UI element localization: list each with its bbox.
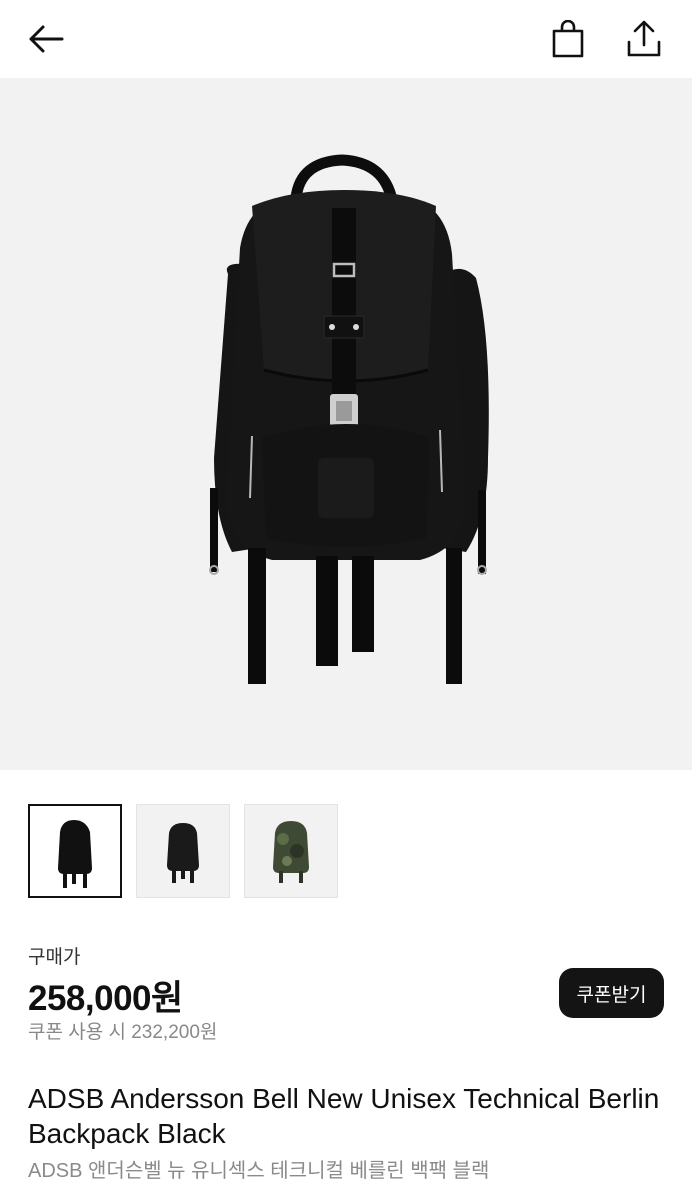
thumbnail-1[interactable]: [28, 804, 122, 898]
thumbnail-image: [273, 821, 309, 883]
top-bar: [0, 0, 692, 78]
thumbnail-strip: [28, 804, 338, 898]
backpack-illustration: [209, 154, 489, 684]
coupon-price: 쿠폰 사용 시 232,200원: [28, 1022, 218, 1043]
thumbnail-3[interactable]: [244, 804, 338, 898]
product-image[interactable]: [0, 78, 692, 770]
back-button[interactable]: [22, 18, 70, 60]
share-upload-icon: [627, 20, 661, 57]
price-value: 258,000원: [28, 979, 183, 1018]
shopping-bag-button[interactable]: [544, 16, 592, 62]
product-subtitle: ADSB 앤더슨벨 뉴 유니섹스 테크니컬 베를린 백팩 블랙: [28, 1160, 490, 1182]
thumbnail-image: [167, 823, 199, 883]
share-button[interactable]: [620, 14, 668, 62]
price-label: 구매가: [28, 947, 81, 968]
thumbnail-image: [58, 820, 92, 888]
arrow-left-icon: [29, 25, 64, 53]
get-coupon-button[interactable]: 쿠폰받기: [559, 968, 664, 1018]
shopping-bag-icon: [552, 20, 584, 58]
thumbnail-2[interactable]: [136, 804, 230, 898]
product-title: ADSB Andersson Bell New Unisex Technical…: [28, 1083, 660, 1149]
